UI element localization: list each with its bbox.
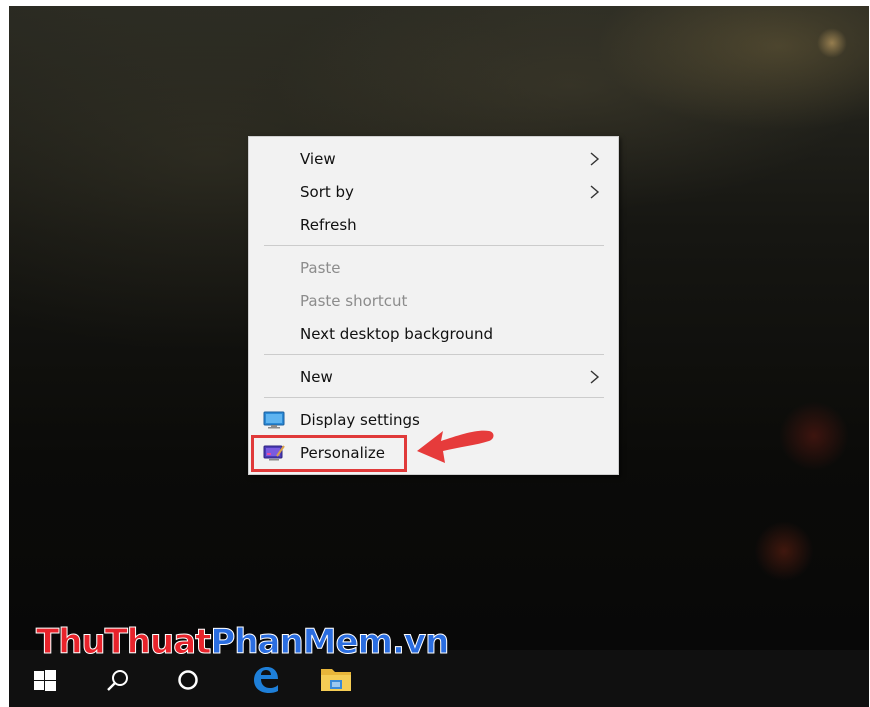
light-flare — [754, 521, 814, 581]
light-flare — [779, 401, 849, 471]
file-explorer-icon — [321, 669, 351, 691]
menu-separator — [264, 397, 604, 398]
light-flare — [817, 28, 847, 58]
menu-item-next-desktop-background[interactable]: Next desktop background — [249, 319, 618, 349]
menu-item-paste[interactable]: Paste — [249, 253, 618, 283]
menu-separator — [264, 245, 604, 246]
windows-start-icon — [34, 670, 56, 691]
pointer-arrow-icon — [417, 430, 494, 463]
watermark-part1: ThuThuat — [35, 622, 211, 663]
menu-item-label: Paste — [300, 259, 341, 277]
menu-item-new[interactable]: New — [249, 362, 618, 392]
menu-item-label: Paste shortcut — [300, 292, 408, 310]
chevron-right-icon — [590, 152, 600, 166]
watermark-part2: PhanMem.vn — [210, 622, 450, 663]
menu-item-view[interactable]: View — [249, 144, 618, 174]
menu-item-sort-by[interactable]: Sort by — [249, 177, 618, 207]
edge-icon — [254, 667, 278, 693]
personalize-highlight-box — [251, 435, 407, 472]
chevron-right-icon — [590, 185, 600, 199]
menu-item-label: Display settings — [300, 411, 420, 429]
search-icon — [107, 670, 128, 691]
menu-item-label: Refresh — [300, 216, 357, 234]
display-settings-icon — [263, 411, 285, 429]
menu-separator — [264, 354, 604, 355]
cortana-icon — [178, 670, 198, 690]
menu-item-label: Next desktop background — [300, 325, 494, 343]
menu-item-label: New — [300, 368, 333, 386]
menu-item-refresh[interactable]: Refresh — [249, 210, 618, 240]
menu-item-label: View — [300, 150, 336, 168]
watermark-logo: ThuThuatPhanMem.vn — [35, 622, 450, 663]
menu-item-paste-shortcut[interactable]: Paste shortcut — [249, 286, 618, 316]
menu-item-label: Sort by — [300, 183, 354, 201]
chevron-right-icon — [590, 370, 600, 384]
